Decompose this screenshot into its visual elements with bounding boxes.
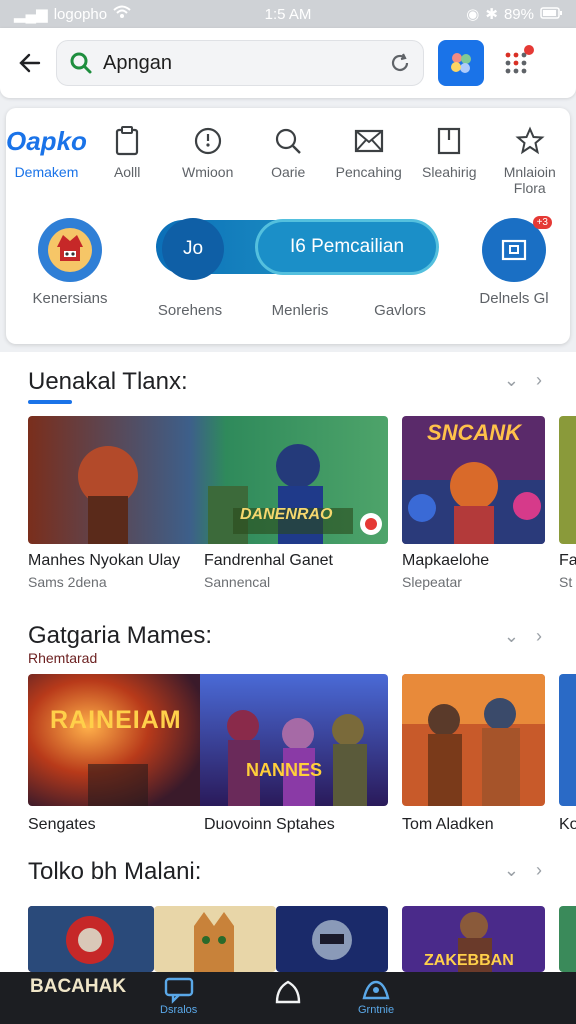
search-header: Apngan — [0, 28, 576, 98]
game-banner-image — [28, 416, 388, 544]
brand-logo: Oapko — [6, 125, 87, 156]
game-art-title: DANENRAO — [240, 506, 333, 523]
game-title[interactable]: Sengates — [28, 816, 96, 834]
chat-icon — [164, 977, 193, 1004]
game-subtitle: St — [559, 574, 573, 590]
category-item[interactable]: Wmioon — [167, 118, 248, 208]
nav-item-profile[interactable]: Grntnie — [358, 976, 394, 1016]
back-button[interactable] — [12, 45, 48, 81]
game-title[interactable]: Mapkaelohe — [402, 552, 489, 570]
category-item[interactable]: Mnlaioin Flora — [490, 118, 571, 208]
game-title[interactable]: Duovoinn Sptahes — [204, 816, 335, 834]
section-title: Gatgaria Mames: — [28, 622, 213, 649]
promo-pill-button[interactable]: I6 Pemcailian — [258, 222, 436, 272]
wifi-icon — [113, 5, 131, 23]
clipboard-icon — [116, 126, 139, 156]
game-title[interactable]: Ko — [559, 816, 576, 834]
star-icon — [515, 126, 545, 155]
section-subtitle: Rhemtarad — [28, 650, 98, 666]
search-query: Apngan — [103, 51, 172, 74]
bottom-navigation: BACAHAK Dsralos Grntnie — [0, 972, 576, 1024]
category-item[interactable]: Aolll — [87, 118, 168, 208]
category-label: Kenersians — [32, 290, 108, 307]
search-icon — [276, 128, 302, 154]
game-thumbnail-image — [154, 906, 276, 972]
game-art-title: ZAKEBBAN — [424, 952, 514, 969]
category-label: Sleahirig — [422, 164, 477, 180]
home-icon — [275, 980, 301, 1004]
battery-icon — [540, 6, 562, 23]
pinwheel-icon — [451, 53, 471, 73]
game-title[interactable]: Fandrenhal Ganet — [204, 552, 333, 570]
category-item[interactable]: Oarie — [248, 118, 329, 208]
section-underline — [28, 400, 72, 404]
category-item[interactable]: Pencahing — [328, 118, 409, 208]
apps-grid-button[interactable] — [496, 43, 536, 83]
nav-item-discover[interactable]: Dsralos — [160, 976, 197, 1016]
category-circle[interactable]: Jo — [162, 218, 224, 280]
section-expand-chevron-icon[interactable]: ⌄ › — [504, 370, 548, 391]
notification-dot — [524, 45, 534, 55]
game-promo-text: BACAHAK — [30, 976, 127, 997]
category-item[interactable]: Sleahirig — [409, 118, 490, 208]
game-thumbnail-image — [402, 674, 545, 806]
clock-icon — [194, 127, 221, 155]
profile-icon — [362, 980, 390, 1000]
game-card-art[interactable] — [559, 674, 576, 806]
character-avatar — [38, 218, 102, 282]
battery-percent: 89% — [503, 5, 534, 23]
game-subtitle: Sannencal — [204, 574, 271, 590]
category-label: Aolll — [113, 164, 141, 180]
search-input[interactable]: Apngan — [56, 40, 424, 86]
envelope-icon — [354, 129, 383, 153]
signal-icon: ▂▄▆ — [14, 6, 48, 23]
search-icon — [70, 52, 92, 74]
nav-label: Grntnie — [358, 1004, 395, 1016]
refresh-icon[interactable] — [389, 52, 411, 74]
carrier-label: logopho — [53, 5, 108, 23]
status-bar: ▂▄▆ logopho 1:5 AM ◉ ✱ 89% — [0, 0, 576, 28]
categories-panel: Oapko Demakem Aolll Wmioon Oarie Pencahi… — [6, 108, 570, 344]
section-expand-chevron-icon[interactable]: ⌄ › — [504, 860, 548, 881]
game-subtitle: Slepeatar — [402, 574, 462, 590]
nav-item-home[interactable] — [272, 976, 304, 1008]
game-art-title: NANNES — [246, 760, 323, 780]
game-art-title: RAINEIAM — [50, 706, 182, 734]
arrow-left-icon — [19, 53, 41, 73]
category-label: Mnlaioin Flora — [503, 164, 556, 196]
game-card-art[interactable] — [28, 416, 388, 544]
category-item-kenersians[interactable]: Kenersians — [10, 218, 130, 308]
game-title[interactable]: Manhes Nyokan Ulay — [28, 552, 180, 570]
game-title[interactable]: Tom Aladken — [402, 816, 494, 834]
game-art-title: SNCANK — [426, 420, 522, 445]
game-card-art[interactable] — [28, 674, 388, 806]
category-label: Pencahing — [335, 164, 402, 180]
bluetooth-icon: ✱ — [485, 6, 498, 23]
game-thumbnail-image — [28, 906, 154, 972]
category-label: Wmioon — [182, 164, 234, 180]
game-banner-image — [28, 674, 388, 806]
category-label: Demakem — [14, 164, 79, 180]
app-logo-button[interactable] — [438, 40, 484, 86]
game-card-art[interactable] — [559, 906, 576, 972]
game-character-icon — [48, 228, 92, 272]
game-card-art[interactable] — [154, 906, 276, 972]
game-card-art[interactable] — [559, 416, 576, 544]
section-expand-chevron-icon[interactable]: ⌄ › — [504, 626, 548, 647]
nav-label: Dsralos — [160, 1004, 198, 1016]
game-card-art[interactable] — [28, 906, 154, 972]
game-card-art[interactable] — [402, 674, 545, 806]
location-icon: ◉ — [466, 6, 480, 23]
book-icon — [438, 127, 461, 155]
section-title: Tolko bh Malani: — [28, 858, 202, 885]
game-thumbnail-image — [276, 906, 388, 972]
game-title[interactable]: Fa — [559, 552, 576, 570]
section-title: Uenakal Tlanx: — [28, 368, 188, 395]
category-item-brand[interactable]: Oapko Demakem — [6, 118, 87, 208]
game-card-art[interactable] — [276, 906, 388, 972]
game-subtitle: Sams 2dena — [28, 574, 107, 590]
category-label: Oarie — [271, 164, 306, 180]
content-feed: Uenakal Tlanx: ⌄ › DANENRAO SNCANK Manhe… — [0, 352, 576, 972]
